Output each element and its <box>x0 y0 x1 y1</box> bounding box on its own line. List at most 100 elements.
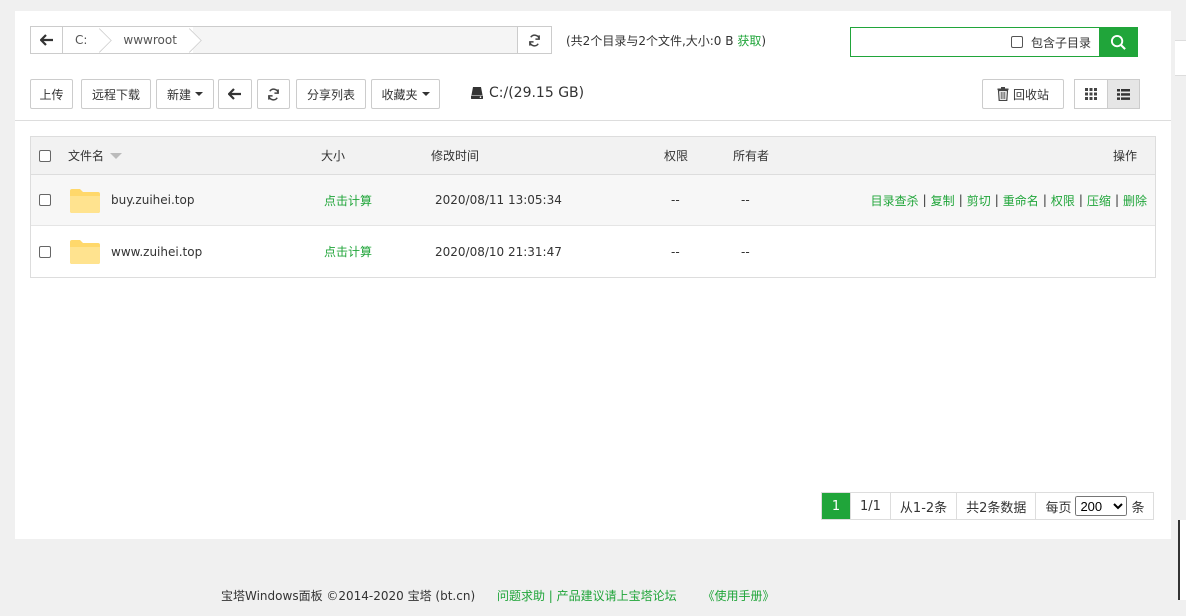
calc-size-link[interactable]: 点击计算 <box>324 175 372 225</box>
trash-icon <box>997 87 1009 101</box>
footer-manual-link[interactable]: 《使用手册》 <box>702 589 774 603</box>
page-range: 从1-2条 <box>889 493 956 519</box>
disk-label: C:/(29.15 GB) <box>489 85 585 101</box>
recycle-bin-button[interactable]: 回收站 <box>982 79 1064 109</box>
new-label: 新建 <box>166 87 191 102</box>
size-label: 点击计算 <box>324 245 373 259</box>
sort-down-icon <box>110 152 123 159</box>
back-button[interactable] <box>218 79 252 109</box>
delete-link[interactable]: 删除 <box>1123 192 1147 209</box>
search-icon <box>1110 34 1126 50</box>
file-table: 文件名 大小 修改时间 权限 所有者 操作 buy.zuihei.top 点击计… <box>30 136 1156 278</box>
calc-size-link[interactable]: 点击计算 <box>324 226 372 277</box>
scan-dir-link[interactable]: 目录查杀 <box>871 192 919 209</box>
path-refresh-button[interactable] <box>517 27 551 53</box>
current-page[interactable]: 1 <box>822 493 850 519</box>
grid-view-button[interactable] <box>1075 80 1107 108</box>
file-manager-panel: C: wwwroot (共2个目录与2个文件,大小:0 B 获取) 包含子目录 … <box>15 11 1171 539</box>
path-input-area[interactable] <box>193 27 517 53</box>
select-all-cell <box>39 137 51 174</box>
directory-summary: (共2个目录与2个文件,大小:0 B 获取) <box>566 32 766 49</box>
folder-icon <box>69 226 101 277</box>
page-count-label: 1/1 <box>860 498 881 514</box>
arrow-left-icon <box>228 88 241 100</box>
row-checkbox[interactable] <box>39 245 51 258</box>
header-mtime-label: 修改时间 <box>431 149 480 163</box>
compress-link[interactable]: 压缩 <box>1087 192 1111 209</box>
search-input[interactable]: 包含子目录 <box>850 27 1100 57</box>
header-actions: 操作 <box>1113 137 1137 174</box>
header-size-label: 大小 <box>321 149 346 163</box>
share-list-button[interactable]: 分享列表 <box>296 79 366 109</box>
per-page: 每页 200 条 <box>1035 493 1153 519</box>
perm-label: -- <box>671 244 680 259</box>
path-bar: C: wwwroot <box>30 26 552 54</box>
page-range-label: 从1-2条 <box>899 500 948 516</box>
folder-icon <box>69 175 101 225</box>
remote-download-label: 远程下载 <box>91 87 140 102</box>
modified-time: 2020/08/10 21:31:47 <box>435 226 562 277</box>
footer: 宝塔Windows面板 ©2014-2020 宝塔 (bt.cn) 问题求助 |… <box>221 587 774 604</box>
footer-help-link[interactable]: 问题求助 | 产品建议请上宝塔论坛 <box>497 589 677 603</box>
owner: -- <box>741 226 750 277</box>
owner-label: -- <box>741 193 750 207</box>
permission-link[interactable]: 权限 <box>1051 192 1075 209</box>
header-name[interactable]: 文件名 <box>68 137 123 174</box>
file-name[interactable]: www.zuihei.top <box>111 226 202 277</box>
caret-down-icon <box>421 92 430 96</box>
caret-down-icon <box>195 92 203 96</box>
hard-drive-icon <box>471 87 483 99</box>
modified-time: 2020/08/11 13:05:34 <box>435 175 562 225</box>
breadcrumb-label: C: <box>75 33 88 47</box>
header-name-label: 文件名 <box>68 149 105 163</box>
side-edge-lower <box>1178 520 1186 600</box>
copy-link[interactable]: 复制 <box>931 192 955 209</box>
remote-download-button[interactable]: 远程下载 <box>81 79 151 109</box>
refresh-button[interactable] <box>257 79 290 109</box>
page-count: 1/1 <box>850 493 890 519</box>
size-label: 点击计算 <box>324 193 373 208</box>
footer-copyright: 宝塔Windows面板 ©2014-2020 宝塔 (bt.cn) <box>221 589 476 603</box>
view-toggle <box>1074 79 1140 109</box>
breadcrumb-drive[interactable]: C: <box>63 27 104 53</box>
breadcrumb-label: wwwroot <box>123 33 177 47</box>
toolbar-divider <box>15 120 1171 121</box>
owner-label: -- <box>741 244 750 259</box>
cut-link[interactable]: 剪切 <box>967 192 991 209</box>
favorites-label: 收藏夹 <box>381 87 418 102</box>
new-button[interactable]: 新建 <box>156 79 214 109</box>
upload-button[interactable]: 上传 <box>30 79 73 109</box>
list-icon <box>1116 88 1130 100</box>
get-size-link[interactable]: 获取 <box>737 34 761 48</box>
table-row[interactable]: www.zuihei.top 点击计算 2020/08/10 21:31:47 … <box>31 226 1155 277</box>
summary-close: ) <box>761 34 767 48</box>
rename-link[interactable]: 重命名 <box>1003 192 1039 209</box>
include-subdirs-checkbox[interactable] <box>1011 36 1023 48</box>
table-row[interactable]: buy.zuihei.top 点击计算 2020/08/11 13:05:34 … <box>31 175 1155 226</box>
disk-info[interactable]: C:/(29.15 GB) <box>470 85 584 101</box>
recycle-bin-label: 回收站 <box>1012 87 1049 102</box>
header-owner-label: 所有者 <box>733 149 770 163</box>
header-mtime[interactable]: 修改时间 <box>431 137 479 174</box>
path-back-button[interactable] <box>31 27 63 53</box>
permission: -- <box>671 175 680 225</box>
grid-icon <box>1084 88 1097 100</box>
breadcrumb-folder[interactable]: wwwroot <box>103 27 193 53</box>
total-count-label: 共2条数据 <box>966 500 1027 516</box>
upload-label: 上传 <box>39 87 64 102</box>
side-edge <box>1175 40 1186 76</box>
list-view-button[interactable] <box>1106 80 1139 108</box>
permission: -- <box>671 226 680 277</box>
pagination: 1 1/1 从1-2条 共2条数据 每页 200 条 <box>821 492 1155 520</box>
include-subdirs-label: 包含子目录 <box>1031 35 1092 50</box>
select-all-checkbox[interactable] <box>39 149 51 162</box>
arrow-left-icon <box>39 34 53 46</box>
per-page-unit: 条 <box>1131 500 1145 516</box>
share-list-label: 分享列表 <box>306 87 355 102</box>
file-name[interactable]: buy.zuihei.top <box>111 175 194 225</box>
favorites-button[interactable]: 收藏夹 <box>371 79 440 109</box>
search-button[interactable] <box>1099 27 1138 57</box>
row-checkbox[interactable] <box>39 194 51 206</box>
per-page-select[interactable]: 200 <box>1075 496 1128 516</box>
header-size[interactable]: 大小 <box>321 137 345 174</box>
